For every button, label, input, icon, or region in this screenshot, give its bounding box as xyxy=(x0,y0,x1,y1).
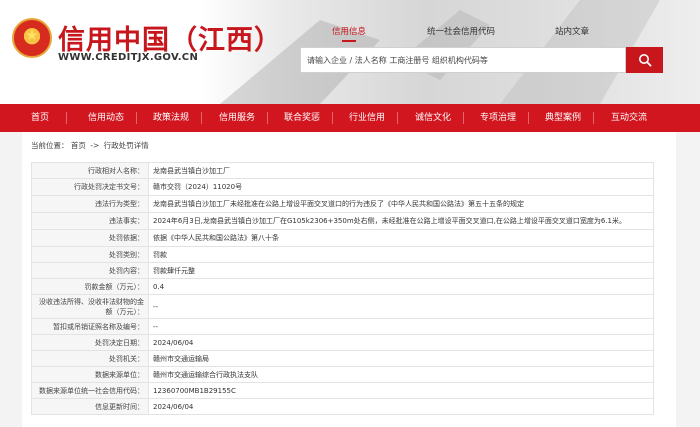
field-value: -- xyxy=(148,294,654,319)
penalty-detail-table: 行政相对人名称： 龙南县武当镇白沙加工厂 行政处罚决定书文号： 赣市交罚（202… xyxy=(31,162,654,415)
nav-divider xyxy=(593,112,594,124)
breadcrumb-separator: -> xyxy=(90,141,100,150)
nav-item-industry-credit[interactable]: 行业信用 xyxy=(345,104,389,132)
table-row: 处罚内容： 罚款肆仟元整 xyxy=(31,262,654,279)
field-label: 违法行为类型： xyxy=(31,195,149,213)
table-row: 违法行为类型： 龙南县武当镇白沙加工厂未经批准在公路上增设平面交叉道口的行为违反… xyxy=(31,195,654,213)
nav-divider xyxy=(397,112,398,124)
field-value: 龙南县武当镇白沙加工厂 xyxy=(148,162,654,179)
nav-divider xyxy=(66,112,67,124)
table-row: 违法事实： 2024年6月3日,龙南县武当镇白沙加工厂在G105k2306+35… xyxy=(31,212,654,230)
field-label: 罚款金额（万元）： xyxy=(31,278,149,295)
nav-item-home[interactable]: 首页 xyxy=(22,104,58,132)
field-label: 数据来源单位： xyxy=(31,366,149,383)
search-input[interactable] xyxy=(301,48,625,73)
nav-item-special-governance[interactable]: 专项治理 xyxy=(476,104,520,132)
nav-divider xyxy=(201,112,202,124)
table-row: 没收违法所得、没收非法财物的金额（万元）： -- xyxy=(31,294,654,319)
field-value: 12360700MB1B29155C xyxy=(148,382,654,399)
field-label: 处罚依据： xyxy=(31,229,149,247)
table-row: 行政相对人名称： 龙南县武当镇白沙加工厂 xyxy=(31,162,654,179)
search-button[interactable] xyxy=(626,47,663,73)
field-label: 行政处罚决定书文号： xyxy=(31,178,149,196)
field-label: 信息更新时间： xyxy=(31,398,149,415)
nav-item-credit-services[interactable]: 信用服务 xyxy=(215,104,259,132)
site-header: ★ 信用中国（江西） WWW.CREDITJX.GOV.CN 信用信息 统一社会… xyxy=(0,0,700,104)
breadcrumb-current: 行政处罚详情 xyxy=(103,141,149,150)
table-row: 处罚类别： 罚款 xyxy=(31,246,654,263)
content-panel: 当前位置： 首页 -> 行政处罚详情 行政相对人名称： 龙南县武当镇白沙加工厂 … xyxy=(22,132,676,427)
nav-item-typical-cases[interactable]: 典型案例 xyxy=(541,104,585,132)
field-value: -- xyxy=(148,318,654,335)
table-row: 处罚决定日期： 2024/06/04 xyxy=(31,334,654,351)
nav-divider xyxy=(136,112,137,124)
nav-divider xyxy=(267,112,268,124)
table-row: 处罚机关： 赣州市交通运输局 xyxy=(31,350,654,367)
national-emblem-logo[interactable]: ★ xyxy=(12,18,52,58)
field-value: 赣州市交通运输局 xyxy=(148,350,654,367)
field-value: 龙南县武当镇白沙加工厂未经批准在公路上增设平面交叉道口的行为违反了《中华人民共和… xyxy=(148,195,654,213)
main-nav: 首页 信用动态 政策法规 信用服务 联合奖惩 行业信用 诚信文化 专项治理 典型… xyxy=(0,104,700,132)
breadcrumb-label: 当前位置： xyxy=(31,141,69,150)
field-value: 0.4 xyxy=(148,278,654,295)
field-label: 暂扣或吊销证照名称及编号： xyxy=(31,318,149,335)
tab-site-articles[interactable]: 站内文章 xyxy=(555,25,589,37)
field-value: 赣市交罚（2024）11020号 xyxy=(148,178,654,196)
field-label: 没收违法所得、没收非法财物的金额（万元）： xyxy=(31,294,149,319)
field-label: 处罚类别： xyxy=(31,246,149,263)
field-label: 数据来源单位统一社会信用代码： xyxy=(31,382,149,399)
tab-unified-code[interactable]: 统一社会信用代码 xyxy=(427,25,495,37)
nav-item-interaction[interactable]: 互动交流 xyxy=(607,104,651,132)
field-label: 行政相对人名称： xyxy=(31,162,149,179)
field-value: 2024年6月3日,龙南县武当镇白沙加工厂在G105k2306+350m处右侧，… xyxy=(148,212,654,230)
nav-item-integrity-culture[interactable]: 诚信文化 xyxy=(411,104,455,132)
search-box xyxy=(300,47,626,73)
field-label: 处罚决定日期： xyxy=(31,334,149,351)
field-value: 罚款 xyxy=(148,246,654,263)
site-url: WWW.CREDITJX.GOV.CN xyxy=(58,52,199,63)
field-label: 违法事实： xyxy=(31,212,149,230)
search-type-tabs: 信用信息 统一社会信用代码 站内文章 xyxy=(300,25,662,42)
table-row: 信息更新时间： 2024/06/04 xyxy=(31,398,654,415)
nav-divider xyxy=(528,112,529,124)
table-row: 数据来源单位： 赣州市交通运输综合行政执法支队 xyxy=(31,366,654,383)
field-value: 依据《中华人民共和国公路法》第八十条 xyxy=(148,229,654,247)
field-value: 赣州市交通运输综合行政执法支队 xyxy=(148,366,654,383)
nav-item-rewards-penalties[interactable]: 联合奖惩 xyxy=(280,104,324,132)
nav-divider xyxy=(463,112,464,124)
breadcrumb-home-link[interactable]: 首页 xyxy=(71,141,86,150)
table-row: 数据来源单位统一社会信用代码： 12360700MB1B29155C xyxy=(31,382,654,399)
field-value: 2024/06/04 xyxy=(148,398,654,415)
nav-divider xyxy=(332,112,333,124)
nav-item-credit-news[interactable]: 信用动态 xyxy=(84,104,128,132)
search-icon xyxy=(638,54,652,67)
breadcrumb: 当前位置： 首页 -> 行政处罚详情 xyxy=(31,140,149,151)
field-label: 处罚内容： xyxy=(31,262,149,279)
table-row: 暂扣或吊销证照名称及编号： -- xyxy=(31,318,654,335)
tab-credit-info[interactable]: 信用信息 xyxy=(332,25,366,42)
field-label: 处罚机关： xyxy=(31,350,149,367)
table-row: 罚款金额（万元）： 0.4 xyxy=(31,278,654,295)
nav-item-policies[interactable]: 政策法规 xyxy=(149,104,193,132)
table-row: 行政处罚决定书文号： 赣市交罚（2024）11020号 xyxy=(31,178,654,196)
table-row: 处罚依据： 依据《中华人民共和国公路法》第八十条 xyxy=(31,229,654,247)
field-value: 罚款肆仟元整 xyxy=(148,262,654,279)
field-value: 2024/06/04 xyxy=(148,334,654,351)
